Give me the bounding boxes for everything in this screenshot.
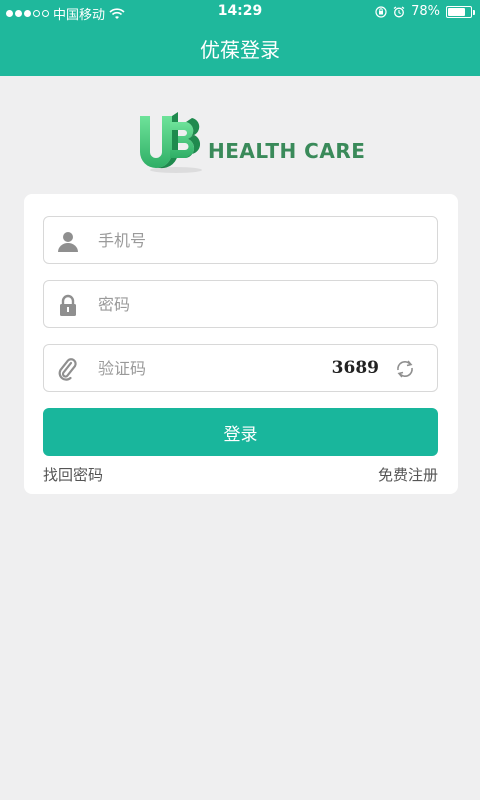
battery-icon <box>446 5 475 18</box>
battery-level <box>448 7 466 16</box>
register-link[interactable]: 免费注册 <box>378 464 438 485</box>
orientation-lock-icon <box>375 5 387 18</box>
paperclip-icon <box>58 358 77 381</box>
phone-input[interactable] <box>98 225 298 255</box>
lock-icon <box>60 294 76 316</box>
captcha-input[interactable] <box>98 353 278 383</box>
captcha-field[interactable]: 3689 <box>43 344 438 392</box>
phone-field[interactable] <box>43 216 438 264</box>
captcha-code[interactable]: 3689 <box>332 358 379 378</box>
header-bar: 中国移动 14:29 78% 优葆登录 <box>0 0 480 76</box>
logo-text: HEALTH CARE <box>208 139 366 163</box>
alarm-icon <box>393 5 405 17</box>
login-button[interactable]: 登录 <box>43 408 438 456</box>
user-icon <box>58 232 78 252</box>
password-field[interactable] <box>43 280 438 328</box>
status-bar: 中国移动 14:29 78% <box>0 0 480 24</box>
page-title: 优葆登录 <box>200 38 280 62</box>
status-right: 78% <box>375 4 475 19</box>
brand-logo: HEALTH CARE <box>136 112 365 174</box>
ub-logo-mark-icon <box>140 112 202 173</box>
login-card: 3689 登录 找回密码 免费注册 <box>24 194 458 494</box>
battery-percent: 78% <box>411 4 440 19</box>
forgot-password-link[interactable]: 找回密码 <box>43 464 103 485</box>
password-input[interactable] <box>98 289 298 319</box>
refresh-icon[interactable] <box>393 357 417 381</box>
